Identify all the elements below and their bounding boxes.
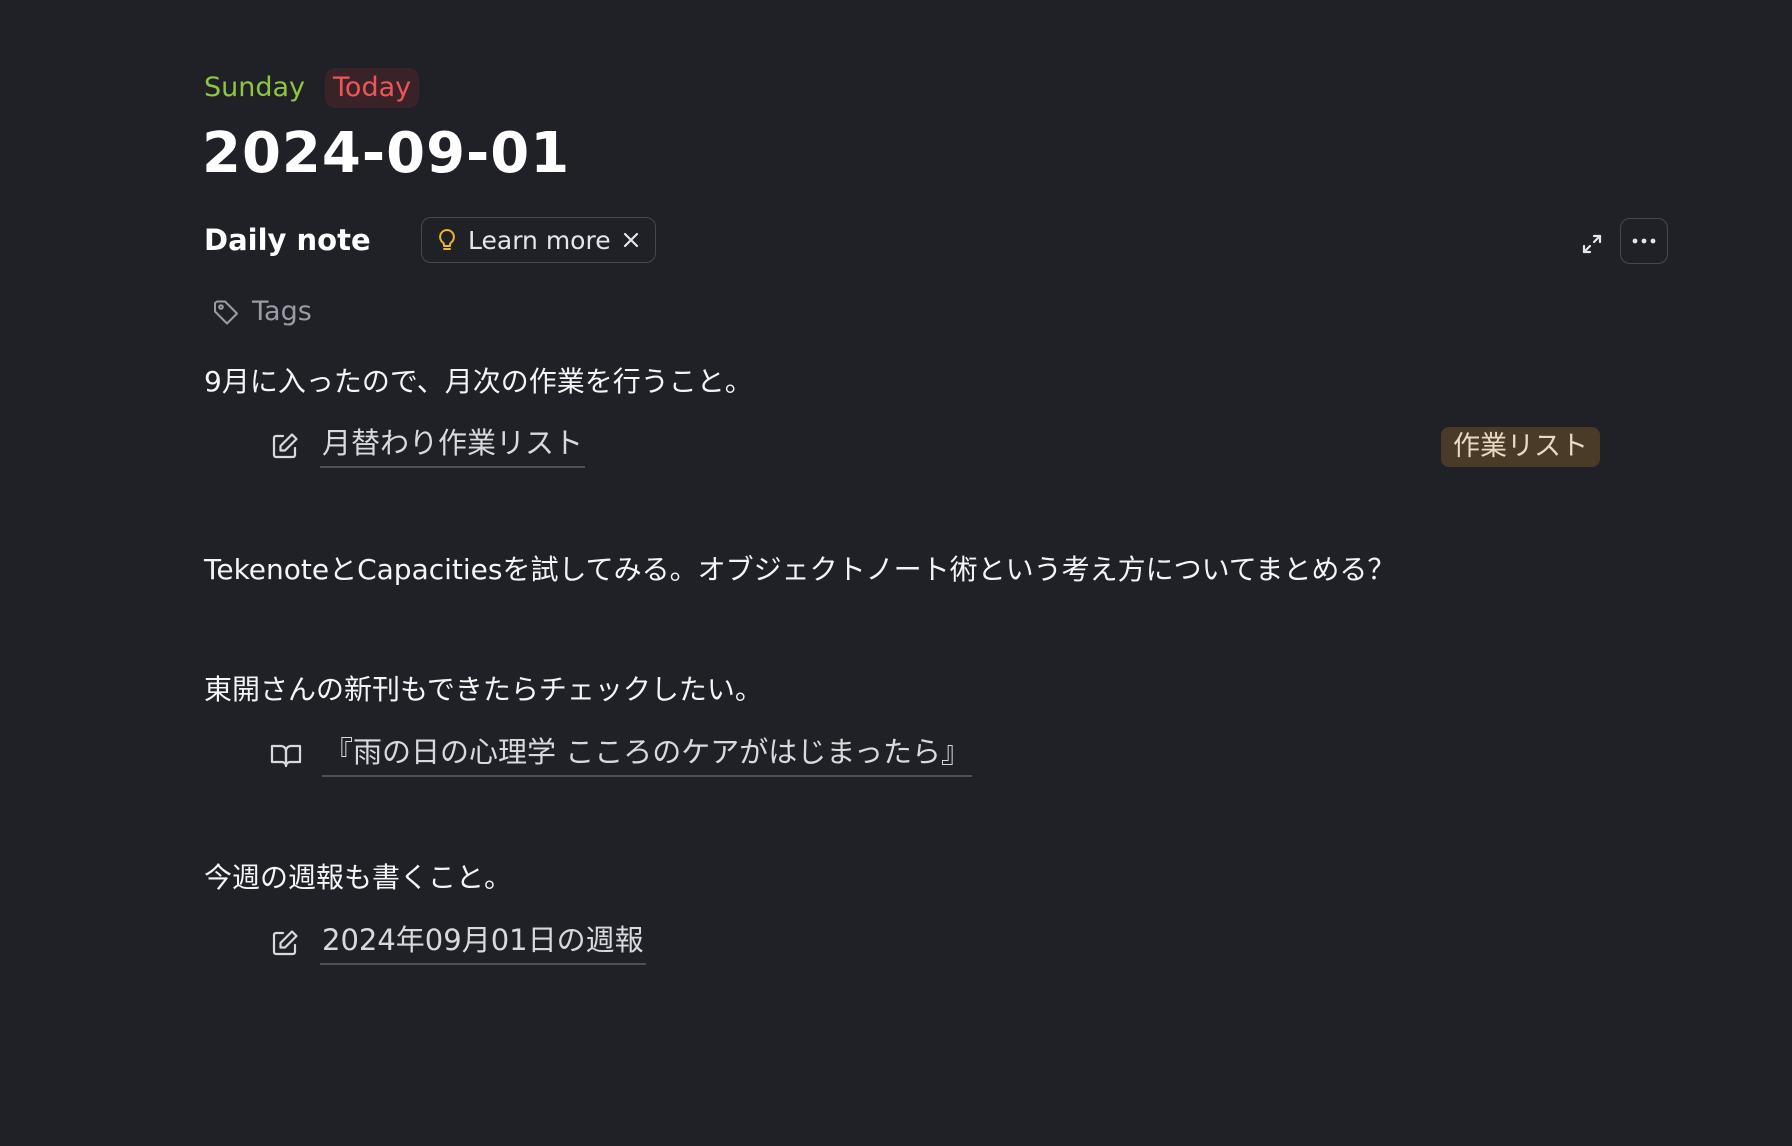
tag-icon xyxy=(212,298,240,326)
weekday-label: Sunday xyxy=(204,72,306,103)
more-horizontal-icon xyxy=(1631,237,1657,245)
note-paragraph[interactable]: 9月に入ったので、月次の作業を行うこと。 xyxy=(204,362,753,402)
book-open-icon xyxy=(270,740,302,770)
note-paragraph[interactable]: 東開さんの新刊もできたらチェックしたい。 xyxy=(204,670,763,710)
expand-button[interactable] xyxy=(1570,222,1614,266)
linked-note-title[interactable]: 2024年09月01日の週報 xyxy=(320,921,646,965)
linked-book-title[interactable]: 『雨の日の心理学 こころのケアがはじまったら』 xyxy=(322,733,973,777)
lightbulb-icon xyxy=(436,228,458,252)
learn-more-button[interactable]: Learn more xyxy=(421,217,656,263)
tag-chip[interactable]: 作業リスト xyxy=(1441,427,1600,467)
note-paragraph[interactable]: 今週の週報も書くこと。 xyxy=(204,858,512,898)
date-header: Sunday Today xyxy=(204,68,420,108)
tags-property[interactable]: Tags xyxy=(212,296,312,327)
tags-label: Tags xyxy=(252,296,312,327)
page-title[interactable]: 2024-09-01 xyxy=(202,118,570,190)
object-type-row: Daily note Learn more xyxy=(204,217,656,263)
linked-note-row[interactable]: 月替わり作業リスト xyxy=(270,424,586,468)
note-paragraph[interactable]: TekenoteとCapacitiesを試してみる。オブジェクトノート術という考… xyxy=(204,550,1395,590)
linked-note-title[interactable]: 月替わり作業リスト xyxy=(320,424,586,468)
linked-note-row[interactable]: 2024年09月01日の週報 xyxy=(270,921,646,965)
linked-book-row[interactable]: 『雨の日の心理学 こころのケアがはじまったら』 xyxy=(270,733,973,777)
today-badge[interactable]: Today xyxy=(325,68,420,108)
learn-more-label: Learn more xyxy=(468,225,611,255)
edit-icon xyxy=(270,928,300,958)
daily-note-page: Sunday Today 2024-09-01 Daily note Learn… xyxy=(0,0,1792,1146)
more-options-button[interactable] xyxy=(1620,218,1668,264)
close-icon[interactable] xyxy=(621,230,641,250)
expand-icon xyxy=(1580,232,1604,256)
object-type-label[interactable]: Daily note xyxy=(204,223,421,257)
edit-icon xyxy=(270,431,300,461)
